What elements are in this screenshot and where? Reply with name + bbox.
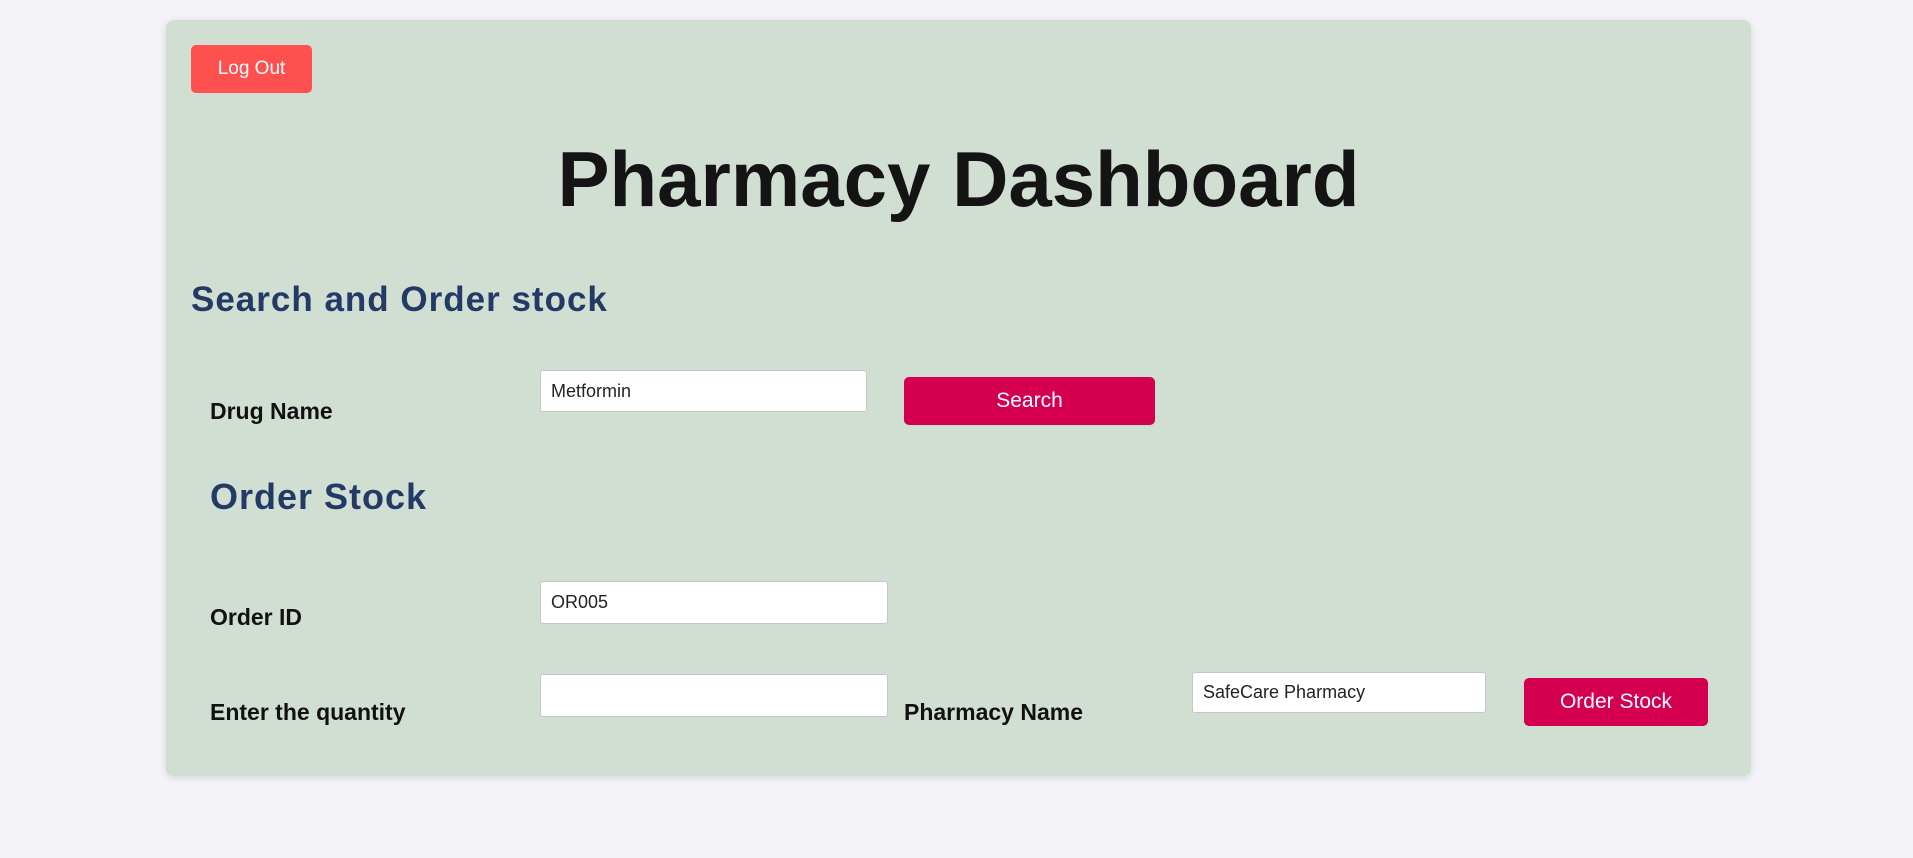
order-id-label: Order ID: [210, 604, 303, 630]
quantity-input[interactable]: [540, 674, 888, 717]
search-button[interactable]: Search: [904, 377, 1155, 425]
order-id-input[interactable]: [540, 581, 888, 624]
dashboard-card: Log Out Pharmacy Dashboard Search and Or…: [166, 20, 1751, 776]
pharmacy-name-input[interactable]: [1192, 672, 1486, 713]
quantity-label: Enter the quantity: [210, 699, 406, 725]
pharmacy-name-label: Pharmacy Name: [904, 699, 1083, 725]
search-section-title: Search and Order stock: [191, 280, 608, 319]
order-stock-button[interactable]: Order Stock: [1524, 678, 1708, 726]
drug-name-input[interactable]: [540, 370, 867, 412]
page-title: Pharmacy Dashboard: [557, 135, 1360, 223]
drug-name-label: Drug Name: [210, 398, 333, 424]
order-stock-section-title: Order Stock: [210, 476, 428, 517]
logout-button[interactable]: Log Out: [191, 45, 312, 93]
